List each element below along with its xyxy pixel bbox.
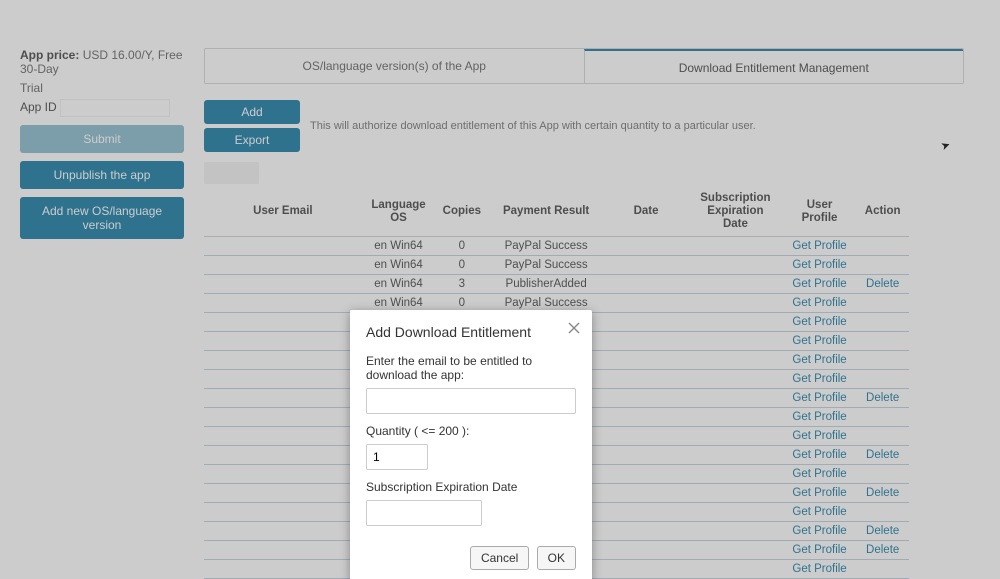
quantity-field-label: Quantity ( <= 200 ): <box>366 424 576 438</box>
modal-title: Add Download Entitlement <box>366 324 576 340</box>
expiration-date-input[interactable] <box>366 500 482 526</box>
email-field-label: Enter the email to be entitled to downlo… <box>366 354 576 382</box>
add-download-entitlement-modal: Add Download Entitlement Enter the email… <box>350 310 592 579</box>
quantity-input[interactable] <box>366 444 428 470</box>
ok-button[interactable]: OK <box>537 546 576 570</box>
modal-actions: Cancel OK <box>366 546 576 570</box>
close-icon[interactable] <box>568 322 580 336</box>
cancel-button[interactable]: Cancel <box>470 546 529 570</box>
email-input[interactable] <box>366 388 576 414</box>
expiration-date-field-label: Subscription Expiration Date <box>366 480 576 494</box>
